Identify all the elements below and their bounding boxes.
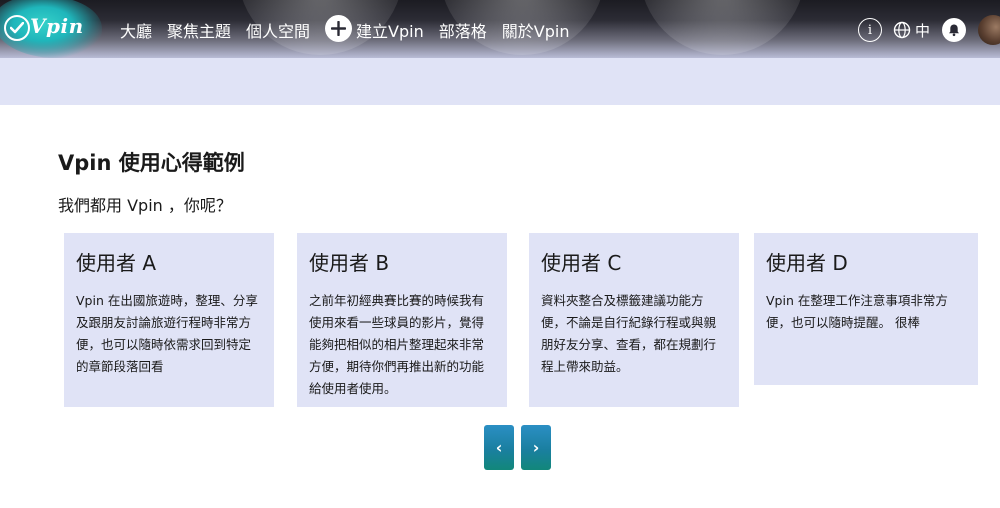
card-text: Vpin 在整理工作注意事項非常方便，也可以隨時提醒。 很棒 — [766, 293, 948, 330]
header-decoration — [640, 0, 805, 55]
notification-button[interactable] — [942, 18, 966, 42]
carousel-pager: ‹ › — [484, 425, 551, 470]
globe-icon — [893, 21, 911, 39]
next-button[interactable]: › — [521, 425, 551, 470]
nav-lobby[interactable]: 大廳 — [120, 18, 152, 42]
testimonial-cards: 使用者 A Vpin 在出國旅遊時，整理、分享及跟朋友討論旅遊行程時非常方便，也… — [64, 233, 984, 408]
nav-create-vpin[interactable]: 建立Vpin — [325, 15, 424, 42]
card-title: 使用者 A — [76, 251, 157, 275]
nav-create-label: 建立Vpin — [356, 21, 424, 41]
card-text: Vpin 在出國旅遊時，整理、分享及跟朋友討論旅遊行程時非常方便，也可以隨時依需… — [76, 293, 258, 374]
language-switcher[interactable]: 中 — [893, 20, 930, 41]
testimonial-card-d: 使用者 D Vpin 在整理工作注意事項非常方便，也可以隨時提醒。 很棒 — [754, 233, 978, 385]
section-subtitle: 我們都用 Vpin ，你呢？ — [58, 196, 232, 215]
nav-blog[interactable]: 部落格 — [439, 18, 487, 42]
bell-icon — [949, 24, 959, 37]
nav-about[interactable]: 關於Vpin — [502, 18, 570, 42]
main-nav: 大廳 聚焦主題 個人空間 建立Vpin 部落格 關於Vpin — [120, 15, 584, 42]
prev-button[interactable]: ‹ — [484, 425, 514, 470]
nav-focus-topics[interactable]: 聚焦主題 — [167, 18, 231, 42]
testimonial-card-c: 使用者 C 資料夾整合及標籤建議功能方便，不論是自行紀錄行程或與親朋好友分享、查… — [529, 233, 739, 407]
logo-wordmark: Vpin — [30, 14, 84, 38]
avatar[interactable] — [978, 15, 1000, 45]
card-title: 使用者 C — [541, 251, 622, 275]
chevron-right-icon: › — [532, 438, 540, 457]
language-label: 中 — [914, 21, 930, 40]
card-title: 使用者 D — [766, 251, 848, 275]
testimonial-card-a: 使用者 A Vpin 在出國旅遊時，整理、分享及跟朋友討論旅遊行程時非常方便，也… — [64, 233, 274, 407]
testimonial-card-b: 使用者 B 之前年初經典賽比賽的時候我有使用來看一些球員的影片，覺得能夠把相似的… — [297, 233, 507, 407]
vpin-logo[interactable]: Vpin — [0, 0, 112, 58]
plus-circle-icon — [325, 15, 353, 42]
check-circle-icon — [4, 15, 30, 41]
section-title: Vpin 使用心得範例 — [58, 151, 245, 175]
top-header: Vpin 大廳 聚焦主題 個人空間 建立Vpin 部落格 關於Vpin i 中 — [0, 0, 1000, 58]
info-icon[interactable]: i — [857, 18, 882, 42]
card-title: 使用者 B — [309, 251, 390, 275]
header-band — [0, 58, 1000, 105]
header-tools: i 中 — [857, 15, 1000, 45]
card-text: 資料夾整合及標籤建議功能方便，不論是自行紀錄行程或與親朋好友分享、查看，都在規劃… — [541, 293, 717, 374]
chevron-left-icon: ‹ — [495, 438, 503, 457]
card-text: 之前年初經典賽比賽的時候我有使用來看一些球員的影片，覺得能夠把相似的相片整理起來… — [309, 293, 485, 396]
nav-personal-space[interactable]: 個人空間 — [246, 18, 310, 42]
